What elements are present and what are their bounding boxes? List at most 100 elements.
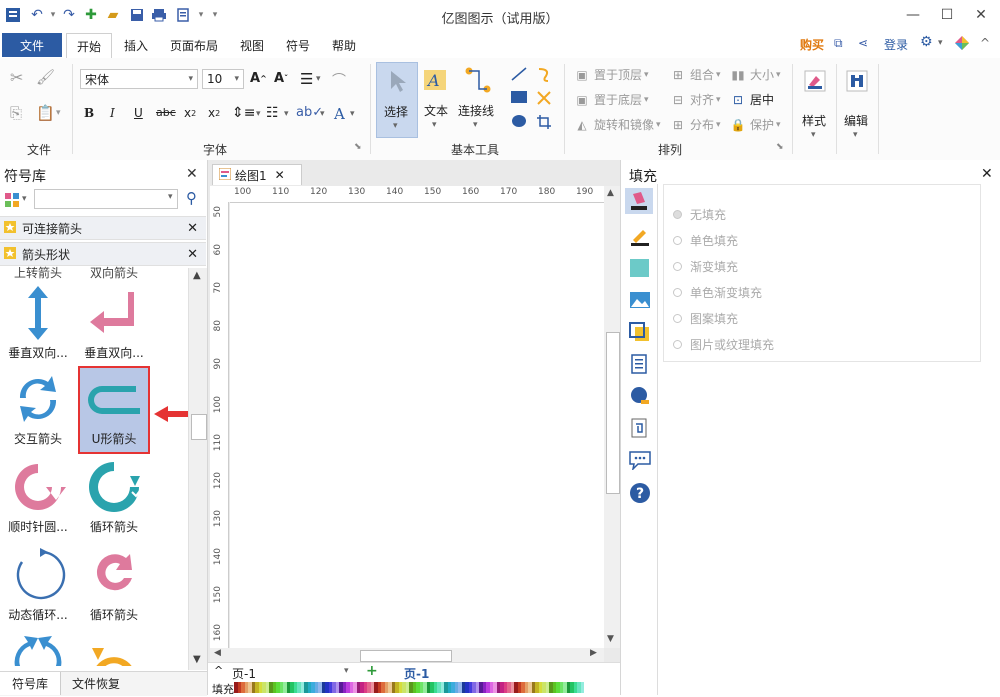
canvas-hscrollbar[interactable]: ◀ ▶ bbox=[210, 648, 604, 662]
close-icon[interactable]: ✕ bbox=[981, 166, 993, 182]
font-dialog-launcher-icon[interactable]: ⬊ bbox=[354, 142, 362, 152]
library-item-arrow-shapes[interactable]: 箭头形状 ✕ bbox=[0, 242, 206, 266]
collapse-ribbon-icon[interactable]: ^ bbox=[980, 36, 990, 50]
settings-dropdown-icon[interactable]: ▾ bbox=[938, 38, 943, 48]
paste-dropdown-icon[interactable]: ▾ bbox=[56, 108, 61, 118]
style-button[interactable]: 样式 ▾ bbox=[798, 62, 832, 152]
rotate-button[interactable]: ◭ 旋转和镜像 ▾ bbox=[574, 116, 660, 133]
send-back-button[interactable]: ▣ 置于底层 ▾ bbox=[574, 91, 648, 108]
scroll-thumb[interactable] bbox=[360, 650, 452, 662]
scroll-down-icon[interactable]: ▼ bbox=[607, 634, 614, 644]
shape-u-arrow-selected[interactable]: U形箭头 bbox=[78, 366, 150, 454]
search-input[interactable] bbox=[34, 189, 178, 209]
login-link[interactable]: 登录 bbox=[884, 36, 908, 53]
text-effect-icon[interactable]: ⌒ bbox=[332, 70, 346, 90]
tab-view[interactable]: 视图 bbox=[232, 33, 272, 57]
tab-symbol-library[interactable]: 符号库 bbox=[0, 672, 61, 695]
file-menu-button[interactable]: 文件 bbox=[2, 33, 62, 57]
library-item-connectable-arrows[interactable]: 可连接箭头 ✕ bbox=[0, 216, 206, 240]
shrink-font-icon[interactable]: Aˇ bbox=[274, 71, 288, 86]
share-screen-icon[interactable]: ⧉ bbox=[834, 36, 843, 51]
text-tool-button[interactable]: A 文本 ▾ bbox=[418, 62, 454, 136]
minimize-icon[interactable]: — bbox=[898, 4, 928, 26]
close-icon[interactable]: ✕ bbox=[186, 166, 198, 182]
share-icon[interactable]: ⋖ bbox=[858, 36, 868, 50]
bullet-dropdown-icon[interactable]: ▾ bbox=[284, 109, 289, 119]
strikethrough-icon[interactable]: abc bbox=[156, 106, 176, 119]
shape-circular-arrows-partial[interactable] bbox=[2, 630, 74, 666]
font-color-dropdown-icon[interactable]: ▾ bbox=[350, 109, 355, 119]
bold-icon[interactable]: B bbox=[84, 106, 94, 120]
image-icon[interactable] bbox=[629, 290, 651, 313]
attachment-icon[interactable] bbox=[629, 418, 651, 441]
shape-vertical-double-arrow-2[interactable]: 垂直双向... bbox=[78, 282, 150, 361]
line-icon[interactable] bbox=[510, 66, 528, 82]
align-button[interactable]: ⊟ 对齐 ▾ bbox=[670, 91, 721, 108]
color-palette[interactable] bbox=[234, 682, 584, 693]
canvas-vscrollbar[interactable]: ▲ ▼ bbox=[604, 186, 620, 648]
tab-symbol[interactable]: 符号 bbox=[278, 33, 318, 57]
italic-icon[interactable]: I bbox=[110, 106, 115, 120]
shape-dynamic-loop[interactable]: 动态循环... bbox=[2, 544, 74, 623]
scroll-up-icon[interactable]: ▲ bbox=[607, 188, 614, 198]
grow-font-icon[interactable]: A ^ bbox=[250, 71, 267, 86]
hyperlink-icon[interactable] bbox=[629, 386, 651, 409]
scroll-up-icon[interactable]: ▲ bbox=[193, 270, 201, 281]
add-page-icon[interactable]: + bbox=[366, 663, 378, 679]
font-color-icon[interactable]: A bbox=[334, 105, 345, 123]
arrange-dialog-launcher-icon[interactable]: ⬊ bbox=[776, 142, 784, 152]
close-icon[interactable]: ✕ bbox=[187, 221, 198, 236]
scroll-down-icon[interactable]: ▼ bbox=[193, 654, 201, 665]
size-button[interactable]: ▮▮ 大小 ▾ bbox=[730, 66, 780, 83]
edit-button[interactable]: 编辑 ▾ bbox=[840, 62, 874, 152]
shape-loop-arrow[interactable]: 循环箭头 bbox=[78, 456, 150, 535]
tab-home[interactable]: 开始 bbox=[66, 33, 112, 59]
page-dropdown-icon[interactable]: ▾ bbox=[344, 666, 349, 676]
tab-help[interactable]: 帮助 bbox=[324, 33, 364, 57]
highlight-dropdown-icon[interactable]: ▾ bbox=[320, 109, 325, 119]
protect-button[interactable]: 🔒 保护 ▾ bbox=[730, 116, 781, 133]
paste-icon[interactable]: 📋 bbox=[36, 104, 55, 122]
shape-interactive-arrow[interactable]: 交互箭头 bbox=[2, 368, 74, 447]
buy-link[interactable]: 购买 bbox=[800, 36, 824, 53]
align-dropdown-icon[interactable]: ▾ bbox=[316, 74, 321, 84]
line-spacing-dropdown-icon[interactable]: ▾ bbox=[256, 109, 261, 119]
crop-icon[interactable] bbox=[536, 114, 552, 130]
bring-front-button[interactable]: ▣ 置于顶层 ▾ bbox=[574, 66, 648, 83]
cut-icon[interactable]: ✂ bbox=[10, 68, 23, 87]
scroll-thumb[interactable] bbox=[606, 332, 620, 494]
shape-loop-arrow-2[interactable]: 循环箭头 bbox=[78, 544, 150, 623]
fill-tab-icon[interactable] bbox=[625, 188, 653, 214]
settings-gear-icon[interactable]: ⚙ bbox=[920, 34, 933, 50]
help-icon[interactable]: ? bbox=[629, 482, 651, 507]
cross-icon[interactable] bbox=[536, 90, 552, 106]
distribute-button[interactable]: ⊞ 分布 ▾ bbox=[670, 116, 721, 133]
underline-icon[interactable]: U bbox=[134, 106, 143, 120]
page-up-icon[interactable]: ^ bbox=[214, 664, 223, 677]
scroll-right-icon[interactable]: ▶ bbox=[590, 648, 597, 658]
shape-clockwise-circle[interactable]: 顺时针圆... bbox=[2, 456, 74, 535]
fill-option-pattern[interactable]: 图案填充 bbox=[673, 310, 738, 327]
arc-icon[interactable] bbox=[536, 66, 552, 82]
group-button[interactable]: ⊞ 组合 ▾ bbox=[670, 66, 721, 83]
line-spacing-icon[interactable]: ⇕≡ bbox=[232, 105, 255, 121]
paragraph-align-icon[interactable]: ☰ bbox=[300, 70, 313, 88]
bullet-list-icon[interactable]: ☷ bbox=[266, 105, 279, 121]
scroll-thumb[interactable] bbox=[191, 414, 207, 440]
document-tab[interactable]: 绘图1 ✕ bbox=[212, 164, 302, 185]
search-dropdown-icon[interactable]: ▾ bbox=[168, 192, 173, 202]
shape-scrollbar[interactable]: ▲ ▼ bbox=[188, 268, 207, 670]
tab-insert[interactable]: 插入 bbox=[116, 33, 156, 57]
fill-option-none[interactable]: 无填充 bbox=[673, 206, 726, 223]
tab-file-recovery[interactable]: 文件恢复 bbox=[66, 672, 126, 695]
layer-icon[interactable] bbox=[629, 322, 651, 345]
scroll-left-icon[interactable]: ◀ bbox=[214, 648, 221, 658]
page-icon[interactable] bbox=[629, 354, 651, 377]
drawing-page[interactable] bbox=[230, 203, 604, 648]
copy-icon[interactable]: ⎘ bbox=[10, 104, 22, 122]
comment-icon[interactable] bbox=[629, 450, 651, 473]
subscript-icon[interactable]: x2 bbox=[184, 106, 196, 120]
shape-orange-circle-partial[interactable] bbox=[78, 630, 150, 666]
library-grid-icon[interactable] bbox=[4, 192, 20, 211]
superscript-icon[interactable]: x2 bbox=[208, 106, 220, 120]
